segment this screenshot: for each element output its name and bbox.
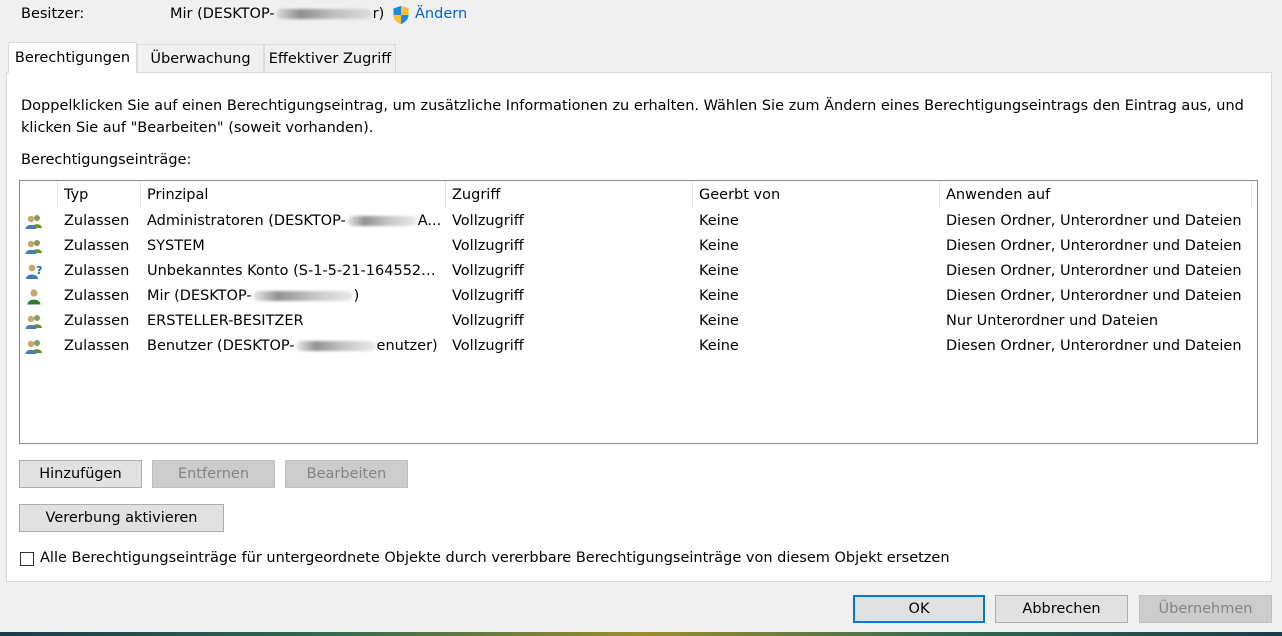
row-access: Vollzugriff — [452, 288, 524, 304]
column-header-type[interactable]: Typ — [58, 181, 141, 209]
owner-value: Mir (DESKTOP-r) — [170, 6, 384, 22]
principal-suffix: ) — [353, 288, 360, 304]
tab-auditing[interactable]: Überwachung — [137, 44, 264, 72]
column-header-inherited-from[interactable]: Geerbt von — [693, 181, 940, 209]
row-type: Zulassen — [64, 288, 130, 304]
principal-prefix: Administratoren (DESKTOP- — [147, 213, 346, 229]
row-inherited-from: Keine — [699, 213, 739, 229]
column-header-access[interactable]: Zugriff — [446, 181, 693, 209]
row-principal: ERSTELLER-BESITZER — [147, 313, 304, 329]
apply-button[interactable]: Übernehmen — [1139, 595, 1272, 623]
row-inherited-from: Keine — [699, 338, 739, 354]
row-access: Vollzugriff — [452, 213, 524, 229]
principal-prefix: Mir (DESKTOP- — [147, 288, 252, 304]
enable-inheritance-button[interactable]: Vererbung aktivieren — [19, 504, 224, 532]
permission-entries-list[interactable]: Typ Prinzipal Zugriff Geerbt von Anwende… — [19, 180, 1258, 444]
row-applies-to: Diesen Ordner, Unterordner und Dateien — [946, 263, 1242, 279]
instructions-text: Doppelklicken Sie auf einen Berechtigung… — [21, 98, 1244, 136]
principal-suffix: A... — [417, 213, 442, 229]
redacted-blur — [295, 341, 376, 351]
change-owner-link[interactable]: Ändern — [415, 6, 467, 22]
tab-label: Berechtigungen — [14, 50, 131, 66]
table-row[interactable]: Zulassen Benutzer (DESKTOP-enutzer) Voll… — [20, 334, 1257, 359]
group-icon — [25, 315, 42, 329]
redacted-blur — [346, 216, 417, 226]
row-principal: Mir (DESKTOP-) — [147, 284, 443, 309]
edit-button[interactable]: Bearbeiten — [285, 460, 408, 488]
row-principal: Unbekanntes Konto (S-1-5-21-1645522... — [147, 263, 443, 279]
tab-label: Überwachung — [150, 50, 251, 67]
row-access: Vollzugriff — [452, 313, 524, 329]
tab-effective-access[interactable]: Effektiver Zugriff — [264, 44, 396, 72]
row-applies-to: Diesen Ordner, Unterordner und Dateien — [946, 238, 1242, 254]
owner-value-suffix: r) — [372, 6, 385, 22]
permission-entries-label: Berechtigungseinträge: — [21, 152, 192, 168]
remove-button[interactable]: Entfernen — [152, 460, 275, 488]
owner-value-prefix: Mir (DESKTOP- — [170, 6, 275, 22]
row-inherited-from: Keine — [699, 313, 739, 329]
group-icon — [25, 215, 42, 229]
row-access: Vollzugriff — [452, 263, 524, 279]
row-principal: Administratoren (DESKTOP- A... — [147, 209, 443, 234]
row-applies-to: Nur Unterordner und Dateien — [946, 313, 1159, 329]
group-icon — [25, 240, 42, 254]
redacted-blur — [252, 291, 353, 301]
row-type: Zulassen — [64, 263, 130, 279]
ok-button[interactable]: OK — [853, 595, 985, 623]
row-type: Zulassen — [64, 338, 130, 354]
row-principal: Benutzer (DESKTOP-enutzer) — [147, 334, 443, 359]
row-principal: SYSTEM — [147, 238, 205, 254]
table-row[interactable]: ? Zulassen Unbekanntes Konto (S-1-5-21-1… — [20, 259, 1257, 284]
replace-child-permissions-checkbox[interactable] — [20, 552, 34, 566]
unknown-user-icon: ? — [26, 264, 42, 279]
table-row[interactable]: Zulassen Administratoren (DESKTOP- A... V… — [20, 209, 1257, 234]
uac-shield-icon — [393, 6, 409, 24]
table-row[interactable]: Zulassen Mir (DESKTOP-) Vollzugriff Kein… — [20, 284, 1257, 309]
column-header-icon — [20, 181, 58, 209]
table-row[interactable]: Zulassen ERSTELLER-BESITZER Vollzugriff … — [20, 309, 1257, 334]
list-header: Typ Prinzipal Zugriff Geerbt von Anwende… — [20, 181, 1257, 209]
taskbar-strip — [0, 632, 1282, 636]
owner-label: Besitzer: — [21, 6, 85, 22]
row-inherited-from: Keine — [699, 238, 739, 254]
row-applies-to: Diesen Ordner, Unterordner und Dateien — [946, 338, 1242, 354]
principal-prefix: Benutzer (DESKTOP- — [147, 338, 295, 354]
add-button[interactable]: Hinzufügen — [19, 460, 142, 488]
tab-permissions[interactable]: Berechtigungen — [8, 42, 137, 73]
replace-child-permissions-label[interactable]: Alle Berechtigungseinträge für untergeor… — [40, 550, 950, 566]
column-header-applies-to[interactable]: Anwenden auf — [940, 181, 1252, 209]
table-row[interactable]: Zulassen SYSTEM Vollzugriff Keine Diesen… — [20, 234, 1257, 259]
row-inherited-from: Keine — [699, 288, 739, 304]
tab-label: Effektiver Zugriff — [268, 50, 392, 67]
redacted-blur — [275, 9, 372, 19]
principal-suffix: enutzer) — [376, 338, 438, 354]
row-access: Vollzugriff — [452, 338, 524, 354]
row-inherited-from: Keine — [699, 263, 739, 279]
cancel-button[interactable]: Abbrechen — [995, 595, 1128, 623]
column-header-principal[interactable]: Prinzipal — [141, 181, 446, 209]
row-type: Zulassen — [64, 238, 130, 254]
row-access: Vollzugriff — [452, 238, 524, 254]
user-icon — [27, 289, 41, 305]
svg-text:?: ? — [36, 264, 42, 277]
row-type: Zulassen — [64, 313, 130, 329]
row-type: Zulassen — [64, 213, 130, 229]
row-applies-to: Diesen Ordner, Unterordner und Dateien — [946, 213, 1242, 229]
row-applies-to: Diesen Ordner, Unterordner und Dateien — [946, 288, 1242, 304]
group-icon — [25, 340, 42, 354]
